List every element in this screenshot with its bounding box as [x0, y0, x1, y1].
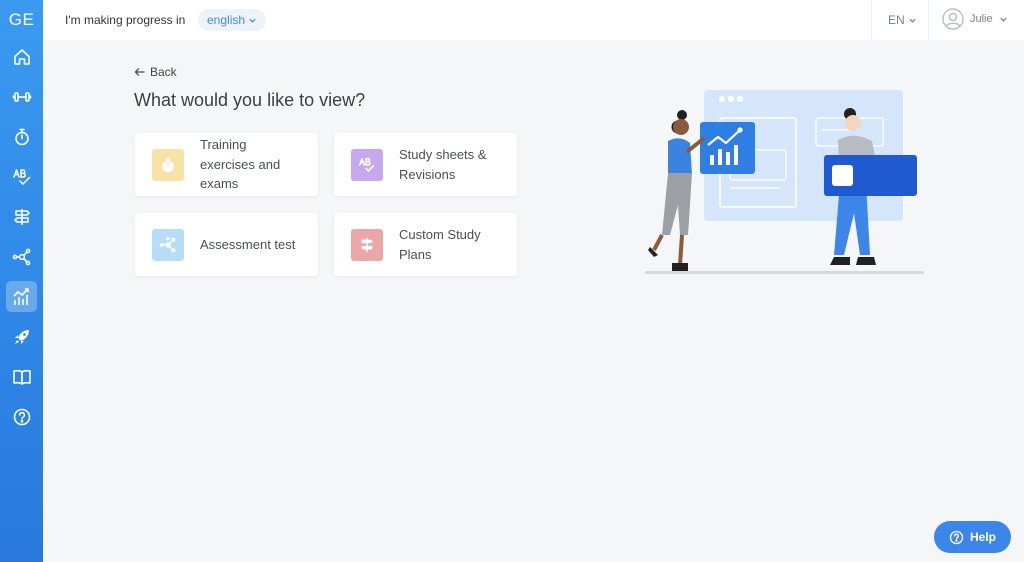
dumbbell-icon: [12, 91, 31, 102]
sidebar-item-boost[interactable]: [6, 321, 37, 352]
sidebar-item-help[interactable]: [6, 401, 37, 432]
stopwatch-icon: [14, 128, 29, 145]
arrow-left-icon: [134, 68, 145, 76]
locale-selector[interactable]: EN: [888, 13, 917, 27]
sidebar-item-home[interactable]: [6, 41, 37, 72]
card-assessment-test[interactable]: Assessment test: [135, 213, 318, 276]
help-button[interactable]: Help: [934, 521, 1011, 553]
back-link[interactable]: Back: [134, 65, 177, 79]
card-label: Assessment test: [200, 236, 296, 252]
ab-check-icon: [359, 157, 375, 172]
back-label: Back: [150, 65, 177, 79]
help-label: Help: [969, 530, 996, 544]
locale-value: EN: [888, 13, 905, 27]
card-label: Study sheets & Revisions: [399, 147, 487, 182]
question-icon: [949, 530, 964, 544]
chevron-down-icon: [999, 17, 1007, 22]
sidebar-item-library[interactable]: [6, 361, 37, 392]
user-menu[interactable]: Julie: [942, 8, 1008, 30]
sidebar-item-exams[interactable]: [6, 121, 37, 152]
sidebar-item-study-sheets[interactable]: [6, 161, 37, 192]
sidebar: GE: [0, 0, 43, 562]
network-icon: [159, 236, 176, 252]
ab-check-icon: [12, 168, 30, 185]
question-icon: [13, 408, 30, 425]
chevron-down-icon: [909, 18, 916, 23]
card-icon-bg: [351, 148, 383, 181]
sidebar-item-study-plans[interactable]: [6, 201, 37, 232]
language-value: english: [207, 13, 246, 27]
card-label: Custom Study Plans: [399, 227, 481, 262]
card-training-exercises[interactable]: Training exercises and exams: [135, 133, 318, 196]
card-custom-study-plans[interactable]: Custom Study Plans: [334, 213, 517, 276]
topbar-divider: [871, 0, 872, 40]
network-icon: [12, 248, 30, 265]
card-study-sheets[interactable]: Study sheets & Revisions: [334, 133, 517, 196]
card-icon-bg: [152, 148, 184, 181]
brand-logo[interactable]: GE: [0, 10, 43, 30]
user-name: Julie: [970, 13, 993, 25]
topbar-divider: [928, 0, 929, 40]
card-label: Training exercises and exams: [200, 137, 281, 192]
card-icon-bg: [152, 228, 184, 261]
sidebar-item-training[interactable]: [6, 81, 37, 112]
signpost-icon: [361, 237, 373, 252]
progress-illustration: [645, 90, 924, 274]
top-bar: I'm making progress in english EN Julie: [43, 0, 1024, 40]
stopwatch-icon: [162, 156, 174, 172]
progress-label: I'm making progress in: [65, 13, 186, 27]
avatar-icon: [942, 8, 964, 30]
home-icon: [13, 48, 30, 65]
book-icon: [12, 369, 31, 385]
page-title: What would you like to view?: [134, 90, 366, 110]
card-icon-bg: [351, 228, 383, 261]
sidebar-item-assessment[interactable]: [6, 241, 37, 272]
rocket-icon: [14, 329, 29, 344]
chart-icon: [12, 287, 29, 305]
sidebar-item-progress[interactable]: [6, 281, 37, 312]
signpost-icon: [13, 208, 30, 225]
chevron-down-icon: [249, 18, 256, 23]
language-selector[interactable]: english: [198, 9, 267, 31]
